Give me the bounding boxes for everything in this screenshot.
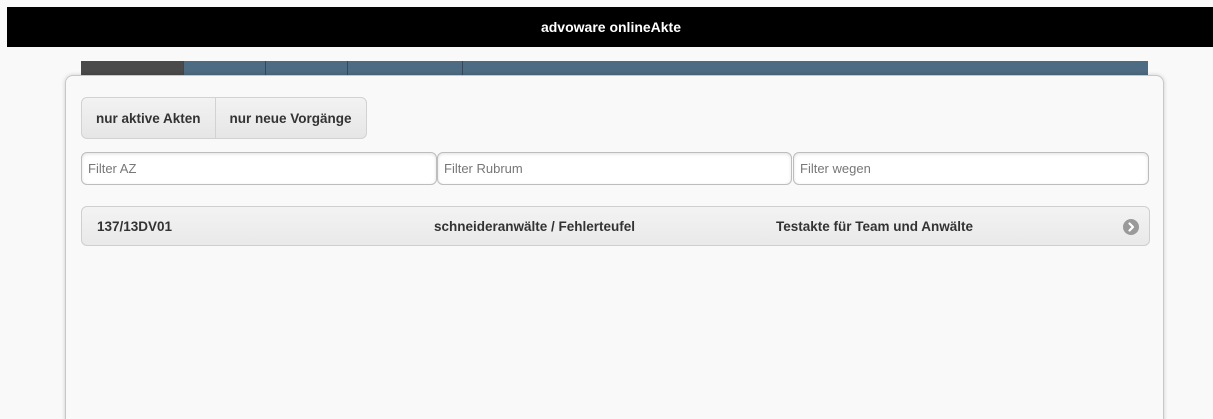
tab-2[interactable] bbox=[184, 61, 266, 75]
active-files-button[interactable]: nur aktive Akten bbox=[82, 98, 215, 138]
content-panel: nur aktive Akten nur neue Vorgänge 137/1… bbox=[65, 75, 1164, 419]
filter-wegen-input[interactable] bbox=[793, 152, 1149, 185]
filter-toggle-group: nur aktive Akten nur neue Vorgänge bbox=[81, 97, 367, 139]
file-list-item[interactable]: 137/13DV01 schneideranwälte / Fehlerteuf… bbox=[81, 206, 1150, 246]
tab-1[interactable] bbox=[81, 61, 184, 75]
file-rubrum: schneideranwälte / Fehlerteufel bbox=[434, 218, 636, 234]
tab-4[interactable] bbox=[348, 61, 463, 75]
filter-az-input[interactable] bbox=[81, 152, 437, 185]
filter-rubrum-input[interactable] bbox=[437, 152, 792, 185]
tab-3[interactable] bbox=[266, 61, 348, 75]
app-title: advoware onlineAkte bbox=[540, 19, 682, 35]
tab-bar bbox=[81, 61, 1148, 75]
new-events-button[interactable]: nur neue Vorgänge bbox=[214, 98, 366, 138]
app-header: advoware onlineAkte bbox=[7, 7, 1213, 47]
file-wegen: Testakte für Team und Anwälte bbox=[776, 218, 974, 234]
file-az: 137/13DV01 bbox=[97, 218, 173, 234]
chevron-right-circle-icon bbox=[1123, 219, 1139, 235]
